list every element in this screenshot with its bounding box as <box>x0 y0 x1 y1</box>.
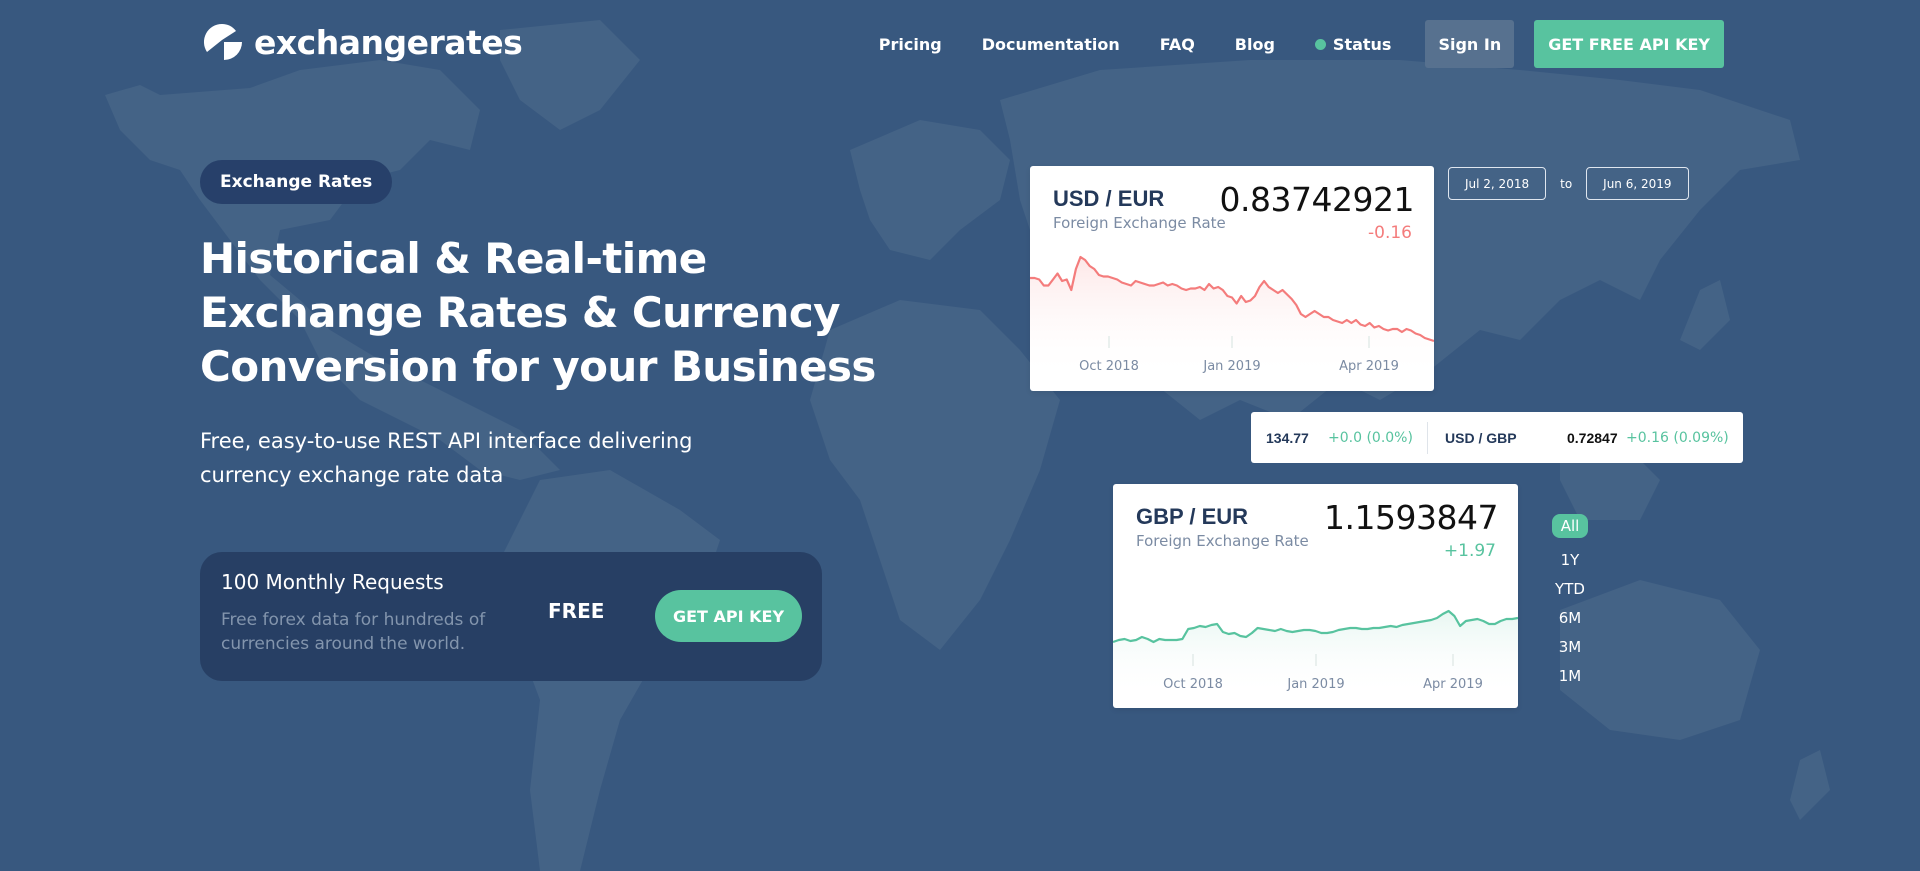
nav-blog[interactable]: Blog <box>1235 35 1275 54</box>
date-to-label: to <box>1560 176 1573 191</box>
x-tick-label: Jan 2019 <box>1287 677 1345 692</box>
main-nav: Pricing Documentation FAQ Blog Status Si… <box>879 20 1724 68</box>
ticker-divider <box>1427 422 1428 454</box>
brand-logo[interactable]: exchangerates <box>200 20 523 64</box>
range-1y[interactable]: 1Y <box>1561 548 1580 572</box>
chart-card-usd-eur: USD / EUR Foreign Exchange Rate 0.837429… <box>1030 166 1434 391</box>
chart-card-gbp-eur: GBP / EUR Foreign Exchange Rate 1.159384… <box>1113 484 1518 708</box>
range-3m[interactable]: 3M <box>1559 635 1582 659</box>
chart-pair-title: USD / EUR <box>1053 186 1165 211</box>
nav-faq[interactable]: FAQ <box>1160 35 1195 54</box>
ticker-change: +0.16 (0.09%) <box>1626 429 1729 446</box>
plan-description: Free forex data for hundreds of currenci… <box>221 610 486 654</box>
hero-subline: Free, easy-to-use REST API interface del… <box>200 429 693 487</box>
x-tick-label: Jan 2019 <box>1203 359 1261 374</box>
get-api-key-button[interactable]: GET API KEY <box>655 590 802 642</box>
category-pill: Exchange Rates <box>200 160 393 204</box>
range-1m[interactable]: 1M <box>1559 664 1582 688</box>
status-label: Status <box>1332 34 1392 54</box>
chart-current-value: 0.83742921 <box>1219 180 1415 219</box>
ticker-pair: USD / GBP <box>1445 429 1517 446</box>
free-plan-box: 100 Monthly Requests Free forex data for… <box>200 552 822 681</box>
nav-pricing[interactable]: Pricing <box>879 35 942 54</box>
date-from-input[interactable]: Jul 2, 2018 <box>1448 167 1547 200</box>
hero-headline: Historical & Real-time Exchange Rates & … <box>200 234 876 391</box>
ticker-value: 0.72847 <box>1567 429 1618 446</box>
brand-name: exchangerates <box>254 22 523 62</box>
chart-change: -0.16 <box>1368 223 1412 243</box>
range-6m[interactable]: 6M <box>1559 606 1582 630</box>
map-japan <box>1680 280 1730 350</box>
site-header: exchangerates Pricing Documentation FAQ … <box>0 0 1920 86</box>
logo-icon <box>203 23 242 60</box>
chart-subtitle: Foreign Exchange Rate <box>1053 214 1226 232</box>
plan-title: 100 Monthly Requests <box>221 570 444 594</box>
chart-pair-title: GBP / EUR <box>1136 504 1249 529</box>
range-ytd[interactable]: YTD <box>1555 577 1585 601</box>
x-tick-label: Oct 2018 <box>1163 677 1223 692</box>
range-all[interactable]: All <box>1551 514 1589 538</box>
plan-price: FREE <box>548 599 605 623</box>
date-range: Jul 2, 2018 to Jun 6, 2019 <box>1448 167 1689 200</box>
date-to-input[interactable]: Jun 6, 2019 <box>1586 167 1689 200</box>
x-tick-label: Apr 2019 <box>1423 677 1483 692</box>
rate-ticker: 134.77 +0.0 (0.0%) USD / GBP 0.72847 +0.… <box>1251 412 1743 463</box>
sign-in-button[interactable]: Sign In <box>1425 20 1515 68</box>
ticker-left-change: +0.0 (0.0%) <box>1328 429 1413 446</box>
x-tick-label: Apr 2019 <box>1339 359 1399 374</box>
map-new-zealand <box>1790 750 1830 820</box>
chart-change: +1.97 <box>1443 541 1496 561</box>
ticker-left-value: 134.77 <box>1266 429 1309 446</box>
nav-status[interactable]: Status <box>1314 34 1392 54</box>
status-dot-icon <box>1314 38 1326 50</box>
x-tick-label: Oct 2018 <box>1079 359 1139 374</box>
chart-current-value: 1.1593847 <box>1324 498 1498 537</box>
chart-subtitle: Foreign Exchange Rate <box>1136 532 1309 550</box>
get-free-api-key-button[interactable]: GET FREE API KEY <box>1534 20 1724 68</box>
nav-documentation[interactable]: Documentation <box>982 35 1120 54</box>
range-selector: All 1Y YTD 6M 3M 1M <box>1548 514 1592 693</box>
